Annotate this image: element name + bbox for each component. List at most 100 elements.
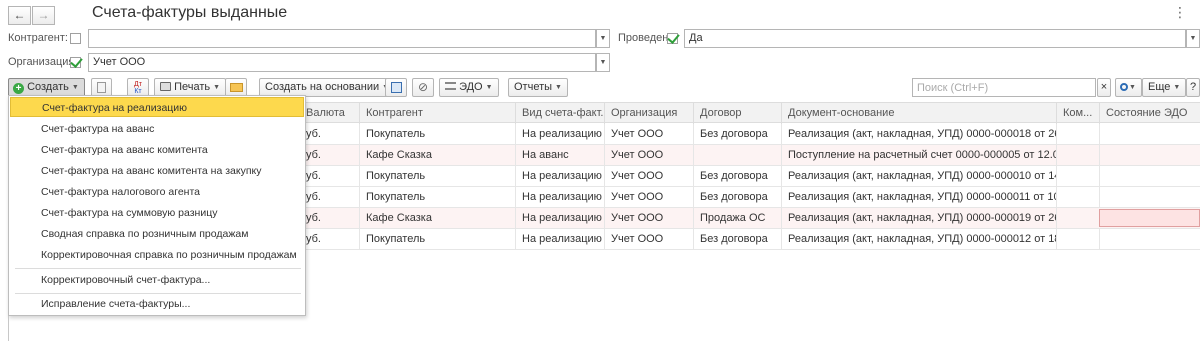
triangle-down-icon: ▼ (599, 35, 607, 42)
triangle-down-icon: ▼ (485, 84, 493, 91)
cell-organization: Учет ООО (604, 145, 693, 165)
menu-item-invoice-sum-difference[interactable]: Счет-фактура на суммовую разницу (10, 203, 304, 223)
triangle-down-icon: ▼ (213, 84, 221, 91)
posted-label: Проведен: (618, 32, 672, 44)
menu-item-invoice-sale[interactable]: Счет-фактура на реализацию (10, 97, 304, 117)
cell-organization: Учет ООО (604, 124, 693, 144)
organization-checkbox[interactable] (70, 57, 81, 68)
dt-kt-icon: Дт Кт (134, 81, 142, 95)
column-header-organization[interactable]: Организация (604, 103, 693, 124)
more-button[interactable]: Еще ▼ (1142, 78, 1187, 97)
column-header-currency[interactable]: Валюта (300, 103, 359, 124)
menu-item-invoice-tax-agent[interactable]: Счет-фактура налогового агента (10, 182, 304, 202)
cell-contract: Без договора (693, 166, 781, 186)
menu-item-invoice-advance[interactable]: Счет-фактура на аванс (10, 119, 304, 139)
cell-organization: Учет ООО (604, 208, 693, 228)
forward-button[interactable]: → (32, 6, 55, 25)
page-title: Счета-фактуры выданные (92, 4, 288, 21)
cell-contract: Продажа ОС (693, 208, 781, 228)
printer-icon (160, 82, 171, 91)
edo-button[interactable]: ЭДО ▼ (439, 78, 499, 97)
menu-item-retail-correction[interactable]: Корректировочная справка по розничным пр… (10, 245, 304, 265)
search-input[interactable] (912, 78, 1096, 97)
cell-currency: уб. (306, 170, 321, 182)
cell-invoice-kind: На реализацию (515, 208, 604, 228)
cell-currency: уб. (306, 212, 321, 224)
table-row[interactable]: уб. Кафе Сказка На аванс Учет ООО Поступлени… (300, 145, 1200, 166)
help-icon: ? (1189, 81, 1197, 93)
reports-button-label: Отчеты (514, 81, 553, 93)
close-icon: × (1100, 81, 1108, 93)
column-header-counterparty[interactable]: Контрагент (359, 103, 515, 124)
cell-comment (1056, 145, 1099, 165)
column-header-edo-status[interactable]: Состояние ЭДО (1099, 103, 1200, 124)
column-header-basis-document[interactable]: Документ-основание (781, 103, 1056, 124)
attach-button[interactable]: ⊘ (412, 78, 434, 97)
create-dropdown-menu: Счет-фактура на реализацию Счет-фактура … (8, 95, 306, 316)
menu-item-invoice-advance-principal[interactable]: Счет-фактура на аванс комитента (10, 140, 304, 160)
cell-organization: Учет ООО (604, 187, 693, 207)
table-row[interactable]: уб. Покупатель На реализацию Учет ООО Без до… (300, 229, 1200, 250)
cell-counterparty: Покупатель (359, 187, 515, 207)
menu-item-invoice-advance-principal-purchase[interactable]: Счет-фактура на аванс комитента на закуп… (10, 161, 304, 181)
column-header-contract[interactable]: Договор (693, 103, 781, 124)
structure-button[interactable] (385, 78, 407, 97)
cell-comment (1056, 229, 1099, 249)
back-button[interactable]: ← (8, 6, 31, 25)
cell-currency: уб. (306, 149, 321, 161)
counterparty-field[interactable] (88, 29, 596, 48)
search-button[interactable]: ▼ (1115, 78, 1142, 97)
table-row[interactable]: уб. Покупатель На реализацию Учет ООО Без до… (300, 187, 1200, 208)
counterparty-dropdown-button[interactable]: ▼ (596, 29, 610, 48)
counterparty-checkbox[interactable] (70, 33, 81, 44)
cell-currency: уб. (306, 191, 321, 203)
cell-edo-status (1099, 166, 1200, 186)
posted-field[interactable]: Да (684, 29, 1186, 48)
cell-edo-status (1099, 229, 1200, 249)
create-button-label: Создать (27, 81, 69, 93)
cell-comment (1056, 208, 1099, 228)
cell-contract (693, 145, 781, 165)
help-button[interactable]: ? (1186, 78, 1200, 97)
cell-comment (1056, 124, 1099, 144)
create-based-on-label: Создать на основании (265, 81, 380, 93)
triangle-down-icon: ▼ (71, 84, 79, 91)
cell-edo-status (1099, 145, 1200, 165)
cell-counterparty: Кафе Сказка (359, 145, 515, 165)
menu-item-retail-summary[interactable]: Сводная справка по розничным продажам (10, 224, 304, 244)
organization-dropdown-button[interactable]: ▼ (596, 53, 610, 72)
cell-basis-document: Поступление на расчетный счет 0000-00000… (781, 145, 1056, 165)
copy-document-icon (97, 82, 106, 93)
edo-button-label: ЭДО (459, 81, 483, 93)
envelope-icon (230, 83, 243, 92)
cell-edo-status (1099, 187, 1200, 207)
plus-circle-icon: + (13, 83, 24, 94)
menu-item-invoice-correction[interactable]: Исправление счета-фактуры... (10, 294, 304, 314)
table-row[interactable]: уб. Кафе Сказка На реализацию Учет ООО Прода… (300, 208, 1200, 229)
reports-button[interactable]: Отчеты ▼ (508, 78, 568, 97)
cell-counterparty: Кафе Сказка (359, 208, 515, 228)
column-header-invoice-kind[interactable]: Вид счета-факт... (515, 103, 604, 124)
more-actions-icon[interactable]: ⋮ (1173, 5, 1187, 19)
search-clear-button[interactable]: × (1097, 78, 1111, 97)
organization-field[interactable]: Учет ООО (88, 53, 596, 72)
cell-basis-document: Реализация (акт, накладная, УПД) 0000-00… (781, 229, 1056, 249)
posted-checkbox[interactable] (667, 33, 678, 44)
table-row[interactable]: уб. Покупатель На реализацию Учет ООО Без до… (300, 166, 1200, 187)
cell-invoice-kind: На реализацию (515, 187, 604, 207)
cell-comment (1056, 187, 1099, 207)
cell-organization: Учет ООО (604, 166, 693, 186)
table-row[interactable]: уб. Покупатель На реализацию Учет ООО Без до… (300, 124, 1200, 145)
cell-organization: Учет ООО (604, 229, 693, 249)
triangle-down-icon: ▼ (1173, 84, 1181, 91)
menu-item-corrective-invoice[interactable]: Корректировочный счет-фактура... (10, 270, 304, 290)
cell-edo-status (1099, 209, 1200, 227)
cell-counterparty: Покупатель (359, 166, 515, 186)
triangle-down-icon: ▼ (555, 84, 562, 91)
cell-contract: Без договора (693, 229, 781, 249)
cell-basis-document: Реализация (акт, накладная, УПД) 0000-00… (781, 124, 1056, 144)
posted-dropdown-button[interactable]: ▼ (1186, 29, 1200, 48)
arrow-left-icon: ← (13, 8, 26, 22)
cell-basis-document: Реализация (акт, накладная, УПД) 0000-00… (781, 166, 1056, 186)
column-header-comment[interactable]: Ком... (1056, 103, 1099, 124)
